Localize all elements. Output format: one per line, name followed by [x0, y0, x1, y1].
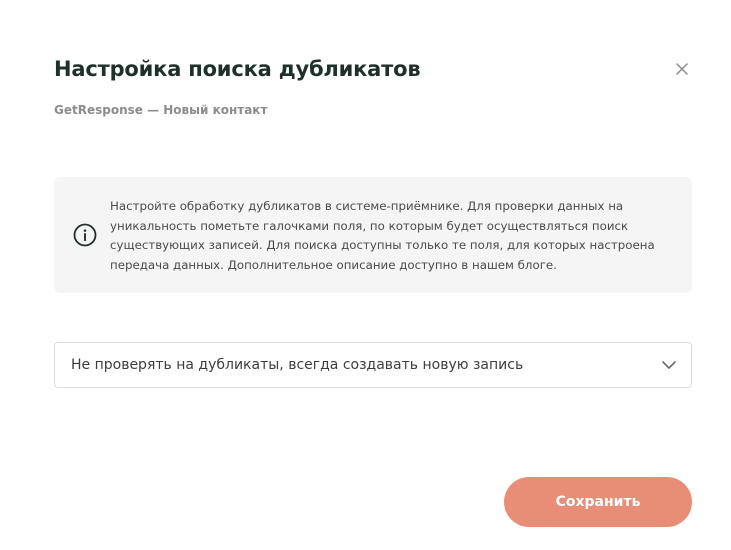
select-value: Не проверять на дубликаты, всегда создав… — [71, 357, 524, 373]
close-icon — [676, 63, 688, 75]
dialog-title: Настройка поиска дубликатов — [54, 57, 421, 81]
info-icon — [73, 223, 97, 247]
save-button[interactable]: Сохранить — [504, 477, 692, 527]
dialog-subtitle: GetResponse — Новый контакт — [54, 103, 268, 117]
close-button[interactable] — [672, 59, 692, 79]
info-panel: Настройте обработку дубликатов в системе… — [54, 177, 692, 293]
duplicate-search-settings-dialog: Настройка поиска дубликатов GetResponse … — [0, 0, 731, 550]
info-text: Настройте обработку дубликатов в системе… — [110, 199, 655, 272]
chevron-down-icon — [662, 361, 676, 369]
duplicate-mode-select[interactable]: Не проверять на дубликаты, всегда создав… — [54, 342, 692, 388]
